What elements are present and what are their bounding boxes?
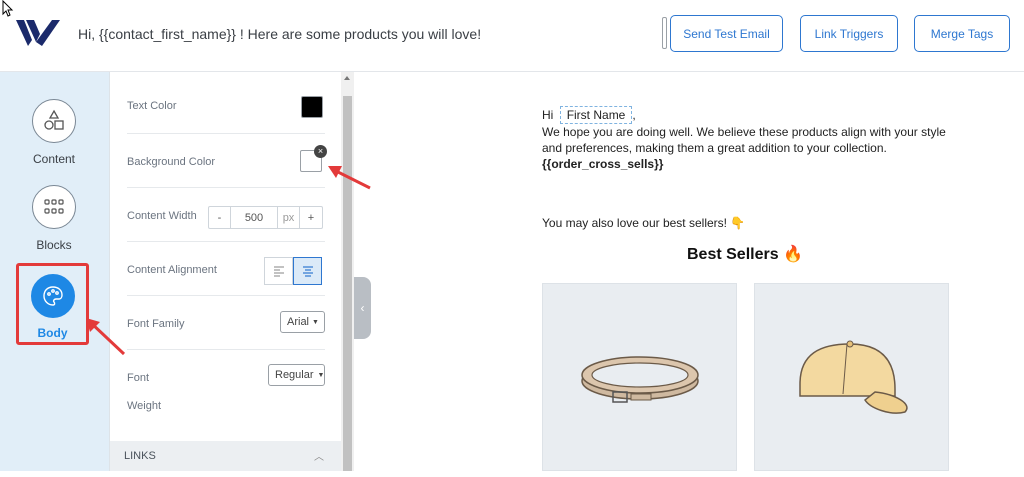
content-alignment-label: Content Alignment [127,264,217,276]
product-card-cap[interactable] [754,283,949,471]
chevron-up-icon: ︿ [314,452,324,463]
collapse-panel-button[interactable]: ‹ [354,277,371,339]
text-color-label: Text Color [127,100,177,112]
body-settings-panel: Text Color Background Color × Content Wi… [109,72,342,471]
font-weight-label-2: Weight [127,400,162,412]
font-weight-row: Font Weight Regular ▼ [127,350,325,440]
sidebar-item-label: Body [37,326,68,340]
toolbar-divider [662,17,667,49]
font-weight-value: Regular [275,369,314,381]
link-triggers-button[interactable]: Link Triggers [800,15,898,52]
align-center-button[interactable] [293,257,322,285]
greeting-text: Hi [542,108,554,122]
merge-tags-button[interactable]: Merge Tags [914,15,1010,52]
font-family-row: Font Family Arial ▼ [127,296,325,350]
width-input[interactable]: 500 [231,207,278,228]
sidebar-item-content[interactable]: Content [10,99,98,166]
greeting-line: Hi First Name, [542,106,962,124]
width-unit: px [278,207,300,228]
width-decrease-button[interactable]: - [209,207,231,228]
content-alignment-row: Content Alignment [127,242,325,296]
font-family-value: Arial [287,316,310,328]
content-width-row: Content Width - 500 px + [127,188,325,242]
shapes-icon [32,99,76,143]
links-label: LINKS [124,450,156,462]
first-name-merge-tag[interactable]: First Name [559,106,633,124]
product-card-belt[interactable] [542,283,737,471]
width-increase-button[interactable]: + [300,207,322,228]
content-width-stepper: - 500 px + [208,206,323,229]
greeting-comma: , [632,108,636,122]
app-logo-icon [16,20,60,46]
chevron-down-icon: ▼ [312,318,319,326]
sidebar-item-label: Content [32,152,76,166]
best-sellers-intro: You may also love our best sellers! 👇 [542,216,746,230]
body-line-2: and preferences, making them a great add… [542,141,887,155]
body-line-1: We hope you are doing well. We believe t… [542,125,946,139]
cap-product-image [799,340,908,414]
scrollbar-thumb[interactable] [343,96,352,471]
font-family-select[interactable]: Arial ▼ [280,311,325,333]
palette-icon [30,274,75,318]
grid-icon [32,185,76,229]
font-weight-label: Font [127,372,150,384]
font-family-label: Font Family [127,318,185,330]
font-weight-select[interactable]: Regular ▼ [268,364,325,386]
chevron-left-icon: ‹ [360,301,365,315]
panel-scrollbar[interactable] [341,72,354,471]
links-section-header[interactable]: LINKS ︿ [110,441,342,471]
send-test-email-button[interactable]: Send Test Email [670,15,783,52]
best-sellers-title: Best Sellers 🔥 [687,246,803,263]
sidebar-item-blocks[interactable]: Blocks [10,185,98,252]
text-color-row: Text Color [127,80,325,134]
email-subject: Hi, {{contact_first_name}} ! Here are so… [78,26,482,42]
sidebar: Content Blocks Body [0,72,109,471]
background-color-row: Background Color × [127,134,327,188]
text-color-swatch[interactable] [301,96,323,118]
clear-color-icon[interactable]: × [314,145,327,158]
order-cross-sells-tag: {{order_cross_sells}} [542,157,664,171]
scroll-up-icon[interactable] [344,76,350,80]
sidebar-item-body[interactable]: Body [16,263,89,345]
background-color-label: Background Color [127,156,216,168]
chevron-down-icon: ▼ [317,371,325,379]
content-width-label: Content Width [127,210,197,222]
align-left-button[interactable] [264,257,293,285]
belt-product-image [581,356,699,403]
top-bar: Hi, {{contact_first_name}} ! Here are so… [0,0,1024,72]
email-body-text: Hi First Name, We hope you are doing wel… [542,106,962,231]
sidebar-item-label: Blocks [36,238,72,252]
